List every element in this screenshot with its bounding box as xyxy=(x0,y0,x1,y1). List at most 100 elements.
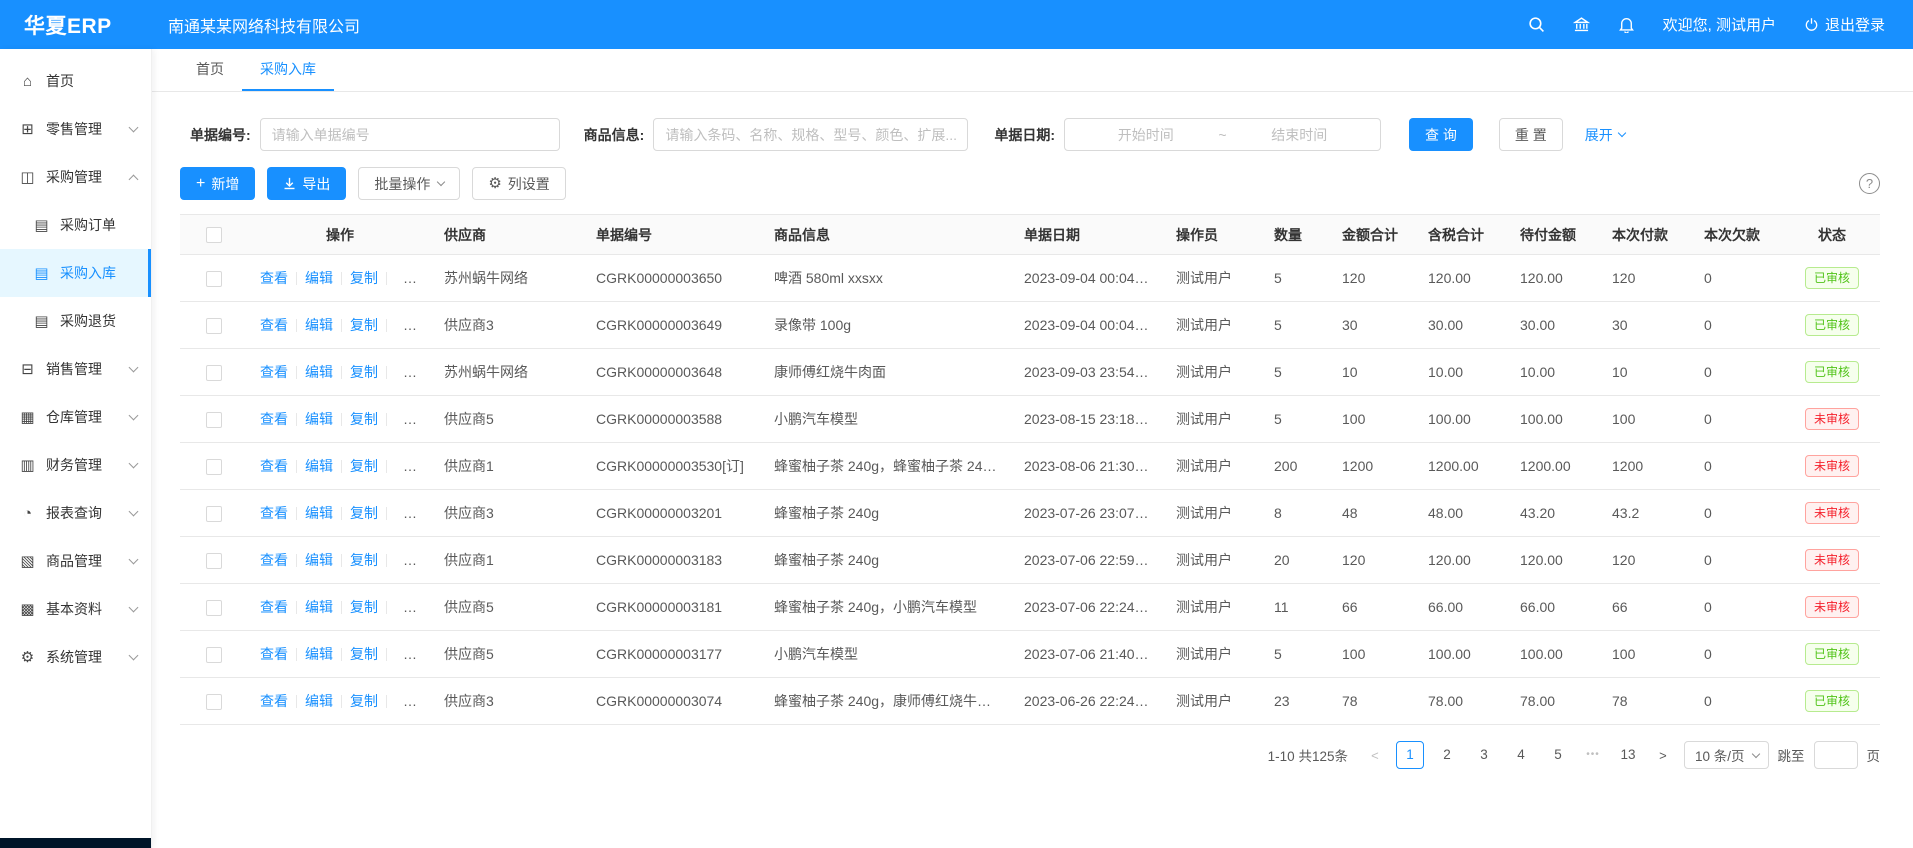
edit-link[interactable]: 编辑 xyxy=(305,646,333,662)
bell-icon[interactable] xyxy=(1618,16,1635,33)
row-checkbox[interactable] xyxy=(206,694,222,710)
edit-link[interactable]: 编辑 xyxy=(305,552,333,568)
batch-actions-button[interactable]: 批量操作 xyxy=(358,167,460,200)
view-link[interactable]: 查看 xyxy=(260,552,288,568)
sidebar-item-finance[interactable]: ▥财务管理 xyxy=(0,441,151,489)
edit-link[interactable]: 编辑 xyxy=(305,270,333,286)
sidebar-item-report[interactable]: ◔报表查询 xyxy=(0,489,151,537)
pagination-prev-button[interactable]: < xyxy=(1363,748,1387,763)
row-checkbox[interactable] xyxy=(206,553,222,569)
cell-bill_no: CGRK00000003649 xyxy=(584,302,762,349)
pagination-next-button[interactable]: > xyxy=(1651,748,1675,763)
edit-link[interactable]: 编辑 xyxy=(305,364,333,380)
cell-supplier: 供应商5 xyxy=(432,631,584,678)
sidebar-item-purchase-return[interactable]: ▤采购退货 xyxy=(0,297,151,345)
search-icon[interactable] xyxy=(1528,16,1545,33)
view-link[interactable]: 查看 xyxy=(260,270,288,286)
divider xyxy=(296,413,297,426)
search-button[interactable]: 查 询 xyxy=(1409,118,1473,151)
column-header-9: 待付金额 xyxy=(1508,215,1600,255)
bank-icon[interactable] xyxy=(1573,16,1590,33)
row-checkbox[interactable] xyxy=(206,271,222,287)
row-checkbox-cell xyxy=(180,349,248,396)
edit-link[interactable]: 编辑 xyxy=(305,458,333,474)
view-link[interactable]: 查看 xyxy=(260,599,288,615)
edit-link[interactable]: 编辑 xyxy=(305,599,333,615)
pagination-page-2[interactable]: 2 xyxy=(1433,741,1461,769)
goods-info-input[interactable] xyxy=(653,118,968,151)
view-link[interactable]: 查看 xyxy=(260,364,288,380)
row-checkbox[interactable] xyxy=(206,506,222,522)
sidebar-item-basic[interactable]: ▩基本资料 xyxy=(0,585,151,633)
view-link[interactable]: 查看 xyxy=(260,646,288,662)
export-button[interactable]: 导出 xyxy=(267,167,346,200)
chevron-down-icon xyxy=(129,411,139,421)
date-separator: ~ xyxy=(1213,127,1233,143)
row-checkbox[interactable] xyxy=(206,412,222,428)
copy-link[interactable]: 复制 xyxy=(350,646,378,662)
copy-link[interactable]: 复制 xyxy=(350,599,378,615)
help-icon[interactable]: ? xyxy=(1859,173,1880,194)
sidebar-item-goods[interactable]: ▧商品管理 xyxy=(0,537,151,585)
jump-to-input[interactable] xyxy=(1814,741,1858,769)
view-link[interactable]: 查看 xyxy=(260,317,288,333)
cell-qty: 23 xyxy=(1262,678,1330,725)
copy-link[interactable]: 复制 xyxy=(350,552,378,568)
row-status-cell: 未审核 xyxy=(1784,396,1880,443)
cell-qty: 20 xyxy=(1262,537,1330,584)
copy-link[interactable]: 复制 xyxy=(350,505,378,521)
bill-no-input[interactable] xyxy=(260,118,560,151)
sidebar-item-warehouse[interactable]: ▦仓库管理 xyxy=(0,393,151,441)
sidebar-item-system[interactable]: ⚙系统管理 xyxy=(0,633,151,681)
row-checkbox[interactable] xyxy=(206,318,222,334)
edit-link[interactable]: 编辑 xyxy=(305,411,333,427)
copy-link[interactable]: 复制 xyxy=(350,270,378,286)
row-checkbox[interactable] xyxy=(206,600,222,616)
tab-home[interactable]: 首页 xyxy=(178,49,242,91)
copy-link[interactable]: 复制 xyxy=(350,317,378,333)
edit-link[interactable]: 编辑 xyxy=(305,693,333,709)
view-link[interactable]: 查看 xyxy=(260,458,288,474)
view-link[interactable]: 查看 xyxy=(260,505,288,521)
sidebar-item-label: 首页 xyxy=(46,71,137,91)
tab-purchase-in[interactable]: 采购入库 xyxy=(242,49,334,91)
select-all-checkbox[interactable] xyxy=(206,227,222,243)
pagination-page-4[interactable]: 4 xyxy=(1507,741,1535,769)
date-range-input[interactable]: 开始时间 ~ 结束时间 xyxy=(1064,118,1381,151)
sidebar-item-purchase[interactable]: ◫采购管理 xyxy=(0,153,151,201)
view-link[interactable]: 查看 xyxy=(260,411,288,427)
page-size-select[interactable]: 10 条/页 xyxy=(1684,741,1769,769)
sidebar-item-retail[interactable]: ⊞零售管理 xyxy=(0,105,151,153)
edit-link[interactable]: 编辑 xyxy=(305,505,333,521)
sidebar-item-sale[interactable]: ⊟销售管理 xyxy=(0,345,151,393)
pagination-page-5[interactable]: 5 xyxy=(1544,741,1572,769)
cell-date: 2023-09-04 00:04:46 xyxy=(1012,255,1164,302)
logout-button[interactable]: 退出登录 xyxy=(1804,14,1885,35)
sidebar-item-purchase-in[interactable]: ▤采购入库 xyxy=(0,249,151,297)
cell-qty: 200 xyxy=(1262,443,1330,490)
row-checkbox[interactable] xyxy=(206,459,222,475)
copy-link[interactable]: 复制 xyxy=(350,693,378,709)
add-button[interactable]: + 新增 xyxy=(180,167,255,200)
pagination-page-1[interactable]: 1 xyxy=(1396,741,1424,769)
pagination-page-3[interactable]: 3 xyxy=(1470,741,1498,769)
expand-toggle[interactable]: 展开 xyxy=(1585,125,1625,145)
sidebar-item-purchase-order[interactable]: ▤采购订单 xyxy=(0,201,151,249)
divider xyxy=(296,601,297,614)
cell-qty: 5 xyxy=(1262,255,1330,302)
row-checkbox[interactable] xyxy=(206,647,222,663)
row-checkbox[interactable] xyxy=(206,365,222,381)
reset-button[interactable]: 重 置 xyxy=(1499,118,1563,151)
column-settings-button[interactable]: ⚙ 列设置 xyxy=(472,167,565,200)
chevron-up-icon xyxy=(129,175,139,185)
sidebar-collapse-bar[interactable] xyxy=(0,838,151,848)
cell-tax_total: 1200.00 xyxy=(1416,443,1508,490)
copy-link[interactable]: 复制 xyxy=(350,411,378,427)
copy-link[interactable]: 复制 xyxy=(350,458,378,474)
row-status-cell: 未审核 xyxy=(1784,584,1880,631)
view-link[interactable]: 查看 xyxy=(260,693,288,709)
sidebar-item-home[interactable]: ⌂首页 xyxy=(0,57,151,105)
pagination-page-13[interactable]: 13 xyxy=(1614,741,1642,769)
edit-link[interactable]: 编辑 xyxy=(305,317,333,333)
copy-link[interactable]: 复制 xyxy=(350,364,378,380)
